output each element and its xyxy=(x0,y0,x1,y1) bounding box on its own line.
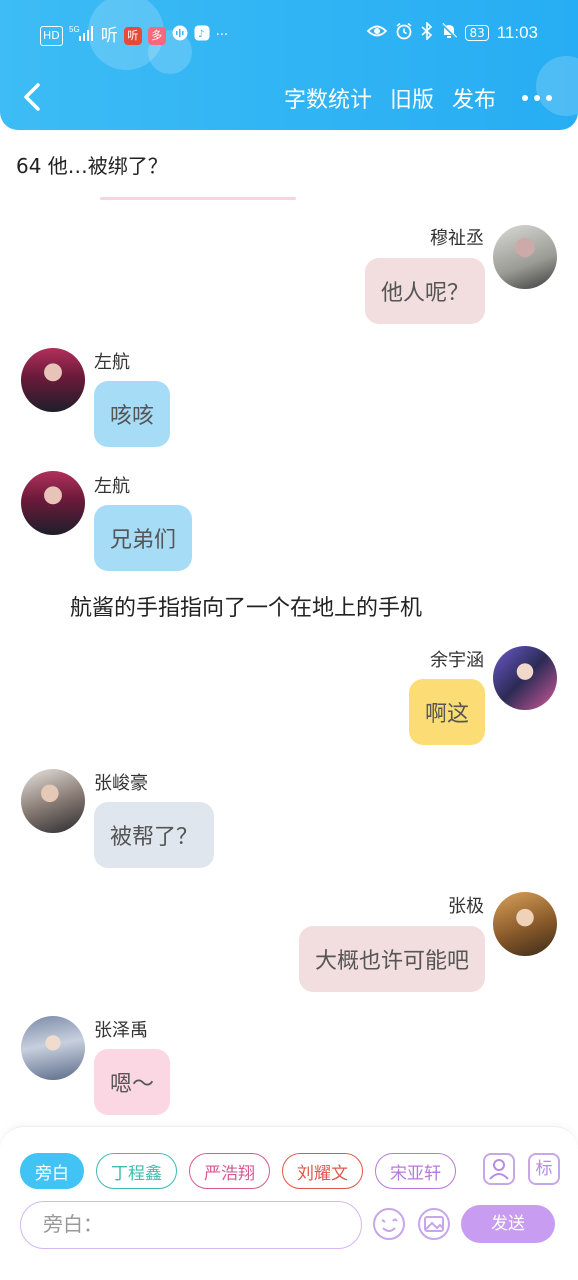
top-header: HD 5G 听 听 多 ♪ ··· 83 11:03 字数统计 旧版 发布 xyxy=(0,0,578,130)
avatar[interactable] xyxy=(21,348,85,412)
podcast-app-icon xyxy=(172,25,188,47)
ting-app-red-icon: 听 xyxy=(123,27,142,45)
image-icon[interactable] xyxy=(417,1207,451,1241)
orange-app-icon: 多 xyxy=(147,27,166,45)
clock-time: 11:03 xyxy=(496,23,538,42)
ting-app-icon: 听 xyxy=(100,26,118,46)
emoji-icon[interactable] xyxy=(372,1207,406,1241)
role-chip[interactable]: 刘耀文 xyxy=(282,1153,363,1189)
composer-panel: 旁白 丁程鑫 严浩翔 刘耀文 宋亚轩 标 旁白： 发送 xyxy=(0,1126,578,1280)
narration-text: 航酱的手指指向了一个在地上的手机 xyxy=(70,596,423,621)
status-more: ··· xyxy=(215,28,229,43)
status-bar: HD 5G 听 听 多 ♪ ··· 83 11:03 xyxy=(0,18,578,52)
message-bubble[interactable]: 啊这 xyxy=(408,679,485,745)
send-button[interactable]: 发送 xyxy=(461,1205,555,1243)
svg-text:5G: 5G xyxy=(69,25,80,34)
avatar[interactable] xyxy=(493,892,557,956)
avatar[interactable] xyxy=(21,769,85,833)
sender-name: 张峻豪 xyxy=(94,773,148,794)
divider-line xyxy=(100,197,296,200)
old-version-button[interactable]: 旧版 xyxy=(390,82,434,114)
back-button[interactable] xyxy=(20,80,50,114)
role-chip[interactable]: 丁程鑫 xyxy=(96,1153,177,1189)
sender-name: 左航 xyxy=(94,352,130,373)
mute-bell-icon xyxy=(441,22,458,44)
5g-signal-icon: 5G xyxy=(69,24,95,48)
eye-icon xyxy=(367,23,388,43)
bluetooth-icon xyxy=(421,21,433,44)
role-chip-narration[interactable]: 旁白 xyxy=(20,1153,84,1189)
role-chip[interactable]: 宋亚轩 xyxy=(375,1153,456,1189)
sender-name: 余宇涵 xyxy=(430,650,484,671)
svg-text:♪: ♪ xyxy=(198,29,204,40)
sender-name: 左航 xyxy=(94,476,130,497)
alarm-icon xyxy=(395,22,413,44)
sender-name: 张极 xyxy=(448,896,484,917)
message-bubble[interactable]: 他人呢？ xyxy=(364,258,485,324)
sender-name: 张泽禹 xyxy=(94,1020,148,1041)
message-bubble[interactable]: 兄弟们 xyxy=(94,505,193,571)
message-input[interactable]: 旁白： xyxy=(20,1201,362,1249)
avatar[interactable] xyxy=(21,1016,85,1080)
hd-icon: HD xyxy=(40,26,63,46)
person-card-icon[interactable] xyxy=(483,1153,515,1185)
more-menu-icon[interactable] xyxy=(522,95,552,101)
role-chip-row[interactable]: 旁白 丁程鑫 严浩翔 刘耀文 宋亚轩 xyxy=(20,1153,466,1189)
message-bubble[interactable]: 被帮了？ xyxy=(94,802,215,868)
avatar[interactable] xyxy=(493,646,557,710)
chapter-title: 64 他…被绑了？ xyxy=(16,154,168,178)
battery-level: 83 xyxy=(465,25,489,41)
publish-button[interactable]: 发布 xyxy=(452,82,496,114)
message-bubble[interactable]: 咳咳 xyxy=(94,381,171,447)
sender-name: 穆祉丞 xyxy=(430,228,484,249)
word-count-button[interactable]: 字数统计 xyxy=(284,82,372,114)
chevron-left-icon xyxy=(24,83,40,111)
nav-bar: 字数统计 旧版 发布 xyxy=(0,78,578,120)
avatar[interactable] xyxy=(493,225,557,289)
message-bubble[interactable]: 嗯～ xyxy=(94,1049,171,1115)
music-app-icon: ♪ xyxy=(194,25,210,47)
tag-button[interactable]: 标 xyxy=(528,1153,560,1185)
avatar[interactable] xyxy=(21,471,85,535)
message-bubble[interactable]: 大概也许可能吧 xyxy=(298,926,485,992)
role-chip[interactable]: 严浩翔 xyxy=(189,1153,270,1189)
